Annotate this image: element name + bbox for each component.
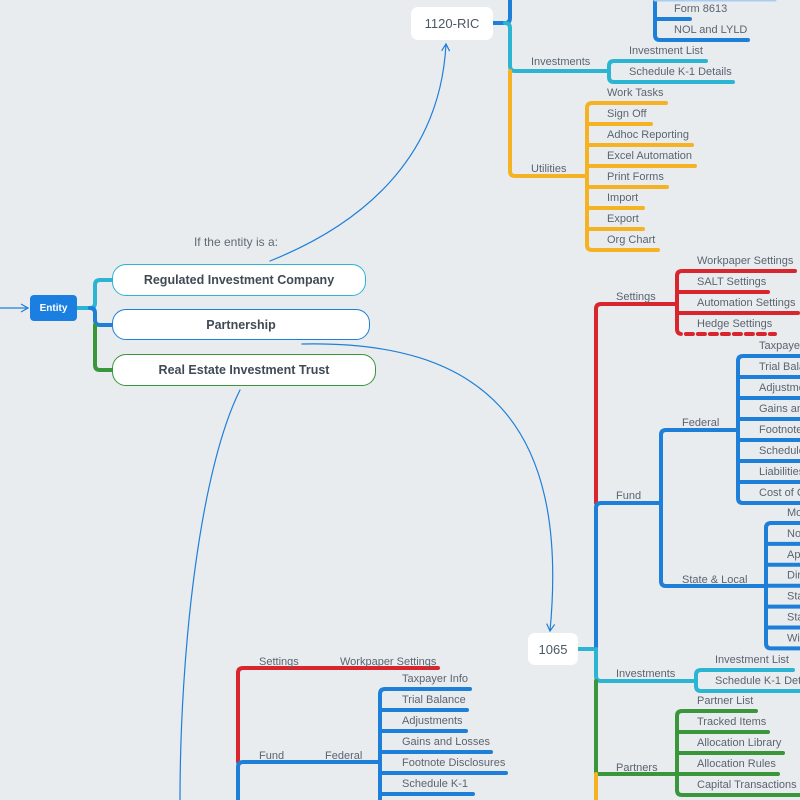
leaf-item[interactable]: Hedge Settings: [697, 318, 773, 330]
leaf-item[interactable]: Print Forms: [607, 171, 664, 183]
leaf-item[interactable]: Schedule K-1: [402, 778, 468, 790]
connector-line: [75, 278, 114, 310]
connector-line: [236, 760, 382, 800]
leaf-item[interactable]: Form 8613: [674, 3, 727, 15]
entity-node[interactable]: Entity: [30, 295, 77, 321]
leaf-item[interactable]: Investment List: [715, 654, 789, 666]
leaf-item[interactable]: Liabilities: [759, 466, 800, 478]
leaf-item[interactable]: Excel Automation: [607, 150, 692, 162]
branch-label[interactable]: Partners: [616, 762, 658, 774]
connector-line: [491, 0, 512, 25]
leaf-item[interactable]: Partner List: [697, 695, 753, 707]
connector-line: [659, 428, 740, 505]
leaf-item[interactable]: Sta: [787, 591, 800, 603]
leaf-item[interactable]: Workpaper Settings: [340, 656, 437, 668]
link-arrow: [269, 42, 451, 262]
leaf-item[interactable]: Export: [607, 213, 639, 225]
entity-prompt: If the entity is a:: [193, 235, 279, 249]
branch-label[interactable]: Utilities: [531, 163, 567, 175]
branch-label[interactable]: Fund: [259, 750, 284, 762]
branch-label[interactable]: State & Local: [682, 574, 747, 586]
connector-line: [508, 69, 589, 178]
leaf-item[interactable]: Ap: [787, 549, 800, 561]
leaf-item[interactable]: NOL and LYLD: [674, 24, 747, 36]
leaf-item[interactable]: Schedule: [759, 445, 800, 457]
leaf-item[interactable]: Mo: [787, 507, 800, 519]
branch-label[interactable]: Investments: [531, 56, 591, 68]
reit-type-node[interactable]: Real Estate Investment Trust: [112, 354, 376, 386]
connector-line: [93, 323, 114, 372]
leaf-item[interactable]: Tracked Items: [697, 716, 767, 728]
partnership-type-node[interactable]: Partnership: [112, 309, 370, 340]
leaf-item[interactable]: Gains an: [759, 403, 800, 415]
link-arrow: [179, 389, 241, 800]
leaf-item[interactable]: Capital Transactions: [697, 779, 797, 791]
leaf-item[interactable]: Taxpayer Info: [402, 673, 468, 685]
leaf-item[interactable]: Footnote: [759, 424, 800, 436]
form-1065-node[interactable]: 1065: [528, 633, 578, 665]
leaf-item[interactable]: Footnote Disclosures: [402, 757, 506, 769]
leaf-item[interactable]: Trial Balance: [402, 694, 466, 706]
leaf-item[interactable]: Workpaper Settings: [697, 255, 794, 267]
leaf-item[interactable]: Work Tasks: [607, 87, 664, 99]
branch-label[interactable]: Settings: [616, 291, 656, 303]
leaf-item[interactable]: Adhoc Reporting: [607, 129, 689, 141]
leaf-item[interactable]: Org Chart: [607, 234, 655, 246]
connector-line: [88, 306, 114, 327]
branch-label[interactable]: Investments: [616, 668, 676, 680]
leaf-item[interactable]: Allocation Library: [697, 737, 782, 749]
branch-label[interactable]: Settings: [259, 656, 299, 668]
leaf-item[interactable]: Automation Settings: [697, 297, 796, 309]
leaf-item[interactable]: Sign Off: [607, 108, 647, 120]
leaf-item[interactable]: Trial Bala: [759, 361, 800, 373]
leaf-item[interactable]: Wi: [787, 632, 800, 644]
leaf-item[interactable]: Taxpayer: [759, 340, 800, 352]
leaf-item[interactable]: Gains and Losses: [402, 736, 491, 748]
leaf-item[interactable]: SALT Settings: [697, 276, 767, 288]
connector-line: [594, 679, 678, 776]
connector-line: [594, 302, 678, 505]
leaf-item[interactable]: Sta: [787, 612, 800, 624]
link-arrow: [301, 343, 556, 633]
leaf-item[interactable]: Adjustme: [759, 382, 800, 394]
leaf-item[interactable]: Adjustments: [402, 715, 463, 727]
leaf-item[interactable]: Investment List: [629, 45, 703, 57]
leaf-item[interactable]: Schedule K-1 Details: [629, 66, 732, 78]
leaf-item[interactable]: Schedule K-1 Deta: [715, 675, 800, 687]
mind-map-canvas: Form 8613 NOL and LYLD Investments Investme…: [0, 0, 800, 800]
form-1120-ric-node[interactable]: 1120-RIC: [411, 7, 493, 40]
leaf-item[interactable]: No: [787, 528, 800, 540]
leaf-item[interactable]: Allocation Rules: [697, 758, 776, 770]
branch-label[interactable]: Fund: [616, 490, 641, 502]
leaf-item[interactable]: Import: [607, 192, 638, 204]
leaf-item[interactable]: Cost of C: [759, 487, 800, 499]
branch-label[interactable]: Federal: [682, 417, 719, 429]
branch-label[interactable]: Federal: [325, 750, 362, 762]
connector-line: [594, 501, 662, 651]
leaf-item[interactable]: Dir: [787, 570, 800, 582]
ric-type-node[interactable]: Regulated Investment Company: [112, 264, 366, 296]
